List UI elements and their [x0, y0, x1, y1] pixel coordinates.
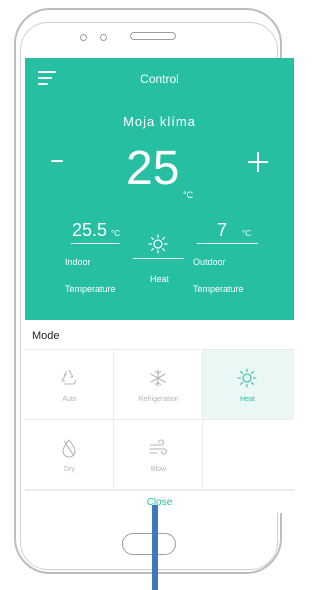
- earpiece-speaker: [130, 32, 176, 40]
- snowflake-icon: [150, 369, 166, 387]
- mode-option-heat[interactable]: Heat: [203, 350, 294, 420]
- page-title: Control: [140, 72, 179, 86]
- empty-cell: [203, 420, 294, 490]
- outdoor-label-sub: Temperature: [193, 284, 244, 294]
- indoor-temperature-value: 25.5: [72, 220, 108, 240]
- charging-cable: [152, 505, 158, 590]
- mode-option-label: Dry: [64, 466, 75, 473]
- home-button[interactable]: [122, 533, 176, 555]
- control-panel: Control Moja klíma 25 °C 25.5 °C Indoor …: [25, 58, 294, 320]
- mode-option-label: Blow: [150, 466, 167, 473]
- mode-option-refrigeration[interactable]: Refrigeration: [114, 350, 203, 420]
- sun-icon: [237, 368, 257, 388]
- wind-icon: [149, 439, 168, 455]
- indoor-temperature-unit: °C: [111, 229, 120, 238]
- close-button[interactable]: Close: [25, 490, 294, 513]
- device-name: Moja klíma: [123, 114, 196, 129]
- recycle-icon: [61, 369, 77, 385]
- indoor-label-sub: Temperature: [65, 284, 116, 294]
- sun-icon: [148, 234, 168, 254]
- mode-option-blow[interactable]: Blow: [114, 420, 203, 490]
- mode-option-auto[interactable]: Auto: [25, 350, 114, 420]
- front-camera: [80, 34, 87, 41]
- mode-grid: Auto Refrigeration Heat Dry Blow: [25, 349, 294, 490]
- outdoor-label: Outdoor: [193, 257, 226, 267]
- indoor-label: Indoor: [65, 257, 91, 267]
- front-sensor: [100, 34, 107, 41]
- drop-icon: [62, 439, 76, 458]
- divider: [133, 258, 184, 259]
- mode-option-label: Auto: [62, 396, 77, 403]
- divider: [197, 243, 258, 244]
- setpoint-unit: °C: [183, 190, 194, 200]
- app-screen: Control Moja klíma 25 °C 25.5 °C Indoor …: [25, 58, 294, 513]
- increase-temperature-button[interactable]: [248, 152, 268, 172]
- setpoint-temperature: 25: [126, 142, 180, 195]
- mode-option-dry[interactable]: Dry: [25, 420, 114, 490]
- outdoor-temperature-value: 7: [217, 220, 228, 240]
- mode-section-title: Mode: [32, 330, 60, 342]
- mode-option-label: Heat: [240, 396, 255, 403]
- mode-option-label: Refrigeration: [138, 396, 179, 403]
- current-mode-label: Heat: [149, 274, 169, 284]
- outdoor-temperature-unit: °C: [242, 229, 251, 238]
- divider: [71, 243, 120, 244]
- decrease-temperature-button[interactable]: [51, 160, 63, 162]
